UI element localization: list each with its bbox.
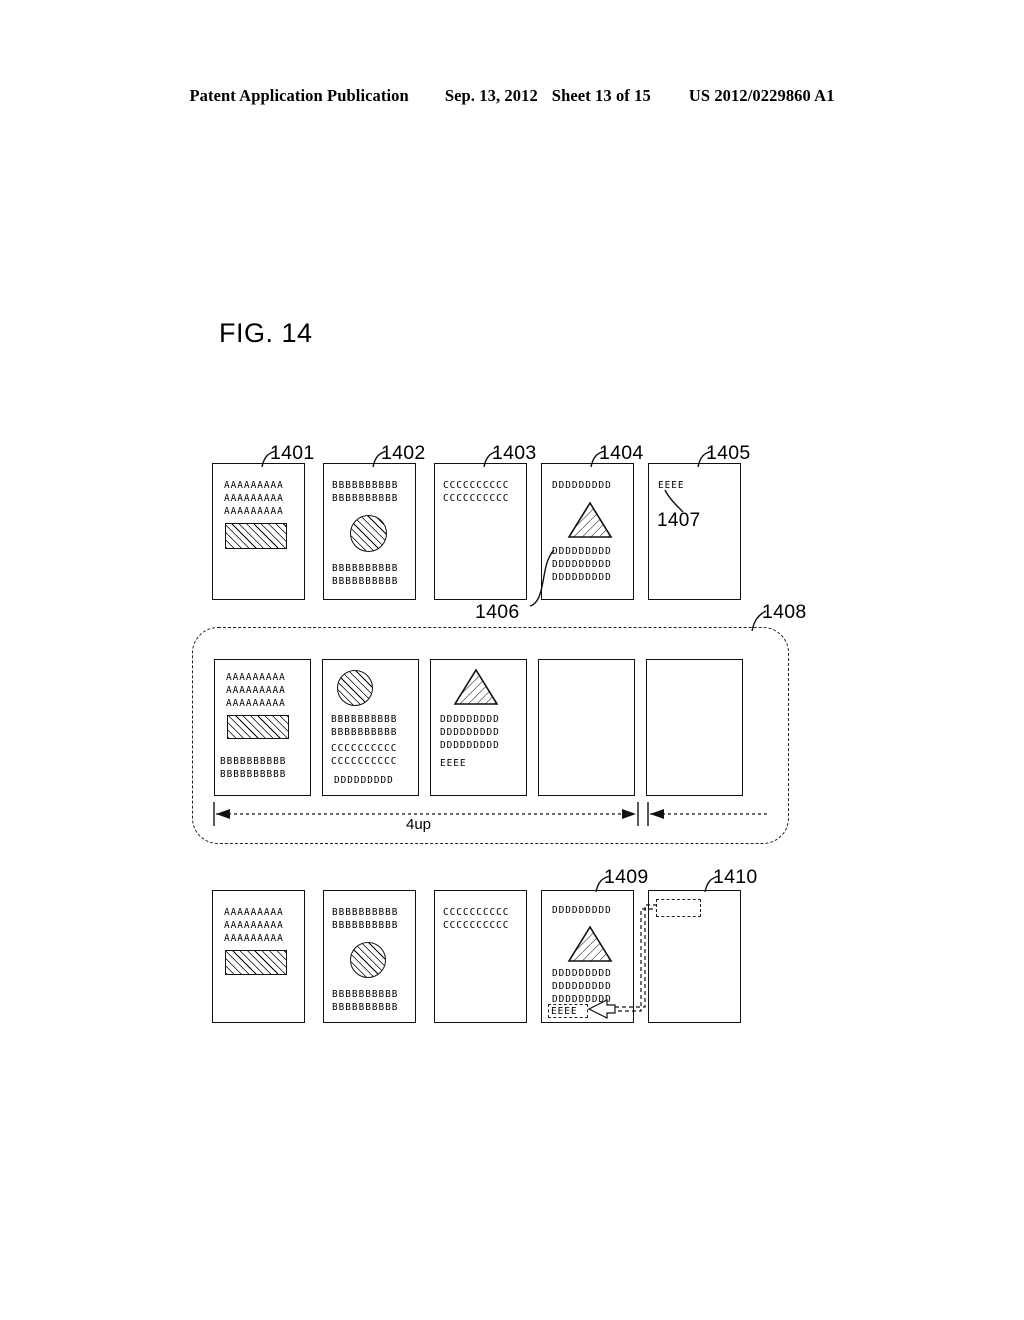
sheet-header: Patent Application Publication Sep. 13, 2… [0,86,1024,106]
page-1403: CCCCCCCCCC CCCCCCCCCC [434,463,527,600]
leader-1402 [372,450,388,468]
page-nup-2-text-b2: BBBBBBBBBB [331,727,398,738]
page-nup-2-image-circle [337,670,373,706]
page-1403-text-c1: CCCCCCCCCC [443,480,510,491]
page-nup-1-text-a2: AAAAAAAAA [226,685,286,696]
page-out-3-text-c2: CCCCCCCCCC [443,920,510,931]
page-nup-2-text-c1: CCCCCCCCCC [331,743,398,754]
page-1402: BBBBBBBBBB BBBBBBBBBB BBBBBBBBBB BBBBBBB… [323,463,416,600]
page-out-2-text-b3: BBBBBBBBBB [332,989,399,1000]
page-1402-text-b2: BBBBBBBBBB [332,493,399,504]
header-sheet: Sheet 13 of 15 [551,86,651,105]
page-1401-image-rect [225,523,287,549]
header-patent-number: US 2012/0229860 A1 [688,86,835,105]
page-1401-text-a: AAAAAAAAA [224,480,284,491]
page-nup-3-text-e1: EEEE [440,758,467,769]
leader-1401 [261,450,277,468]
page-1405: EEEE 1407 [648,463,741,600]
page-1401-text-a3: AAAAAAAAA [224,506,284,517]
page-nup-1: AAAAAAAAA AAAAAAAAA AAAAAAAAA BBBBBBBBBB… [214,659,311,796]
page-nup-4 [538,659,635,796]
dimension-label-4up: 4up [406,816,432,833]
page-out-1-text-a2: AAAAAAAAA [224,920,284,931]
page-out-1-text-a1: AAAAAAAAA [224,907,284,918]
leader-1405 [697,450,713,468]
page-out-1: AAAAAAAAA AAAAAAAAA AAAAAAAAA [212,890,305,1023]
page-nup-3-text-d1: DDDDDDDDD [440,714,500,725]
leader-1403 [483,450,499,468]
leader-1408 [751,610,767,632]
page-nup-1-text-b1: BBBBBBBBBB [220,756,287,767]
page-nup-3: DDDDDDDDD DDDDDDDDD DDDDDDDDD EEEE [430,659,527,796]
page-1401-text-a2: AAAAAAAAA [224,493,284,504]
dimension-line-4up [213,802,768,826]
header-date: Sep. 13, 2012 [444,86,538,105]
page-out-2-image-circle [350,942,386,978]
leader-1409 [595,875,611,893]
page-out-2: BBBBBBBBBB BBBBBBBBBB BBBBBBBBBB BBBBBBB… [323,890,416,1023]
page-nup-3-text-d3: DDDDDDDDD [440,740,500,751]
page-nup-3-text-d2: DDDDDDDDD [440,727,500,738]
page-out-1-image-rect [225,950,287,975]
page-1401: AAAAAAAAA AAAAAAAAA AAAAAAAAA [212,463,305,600]
header-publication: Patent Application Publication [189,86,409,105]
leader-1406 [529,549,555,607]
ref-1406: 1406 [475,601,520,623]
page-1403-text-c2: CCCCCCCCCC [443,493,510,504]
page-nup-2: BBBBBBBBBB BBBBBBBBBB CCCCCCCCCC CCCCCCC… [322,659,419,796]
page-out-2-text-b4: BBBBBBBBBB [332,1002,399,1013]
page-nup-5 [646,659,743,796]
page-nup-2-text-b1: BBBBBBBBBB [331,714,398,725]
page-out-2-text-b2: BBBBBBBBBB [332,920,399,931]
page-out-1-text-a3: AAAAAAAAA [224,933,284,944]
leader-1404 [590,450,606,468]
page-1402-text-b3: BBBBBBBBBB [332,563,399,574]
page-nup-1-image-rect [227,715,289,739]
page-out-3: CCCCCCCCCC CCCCCCCCCC [434,890,527,1023]
page-1402-image-circle [350,515,387,552]
patent-sheet: Patent Application Publication Sep. 13, 2… [0,0,1024,1320]
page-out-3-text-c1: CCCCCCCCCC [443,907,510,918]
page-nup-3-image-triangle [453,668,499,706]
page-nup-1-text-a1: AAAAAAAAA [226,672,286,683]
page-nup-2-text-d1: DDDDDDDDD [334,775,394,786]
page-nup-2-text-c2: CCCCCCCCCC [331,756,398,767]
move-text-arrow [587,904,657,1019]
page-1402-text-b4: BBBBBBBBBB [332,576,399,587]
leader-1407 [664,489,684,513]
page-1404-text-d1: DDDDDDDDD [552,480,612,491]
leader-1410 [704,875,720,893]
page-1404-image-triangle [567,501,613,539]
figure-title: FIG. 14 [219,318,313,348]
page-nup-1-text-b2: BBBBBBBBBB [220,769,287,780]
page-nup-1-text-a3: AAAAAAAAA [226,698,286,709]
page-1402-text-b1: BBBBBBBBBB [332,480,399,491]
page-out-2-text-b1: BBBBBBBBBB [332,907,399,918]
